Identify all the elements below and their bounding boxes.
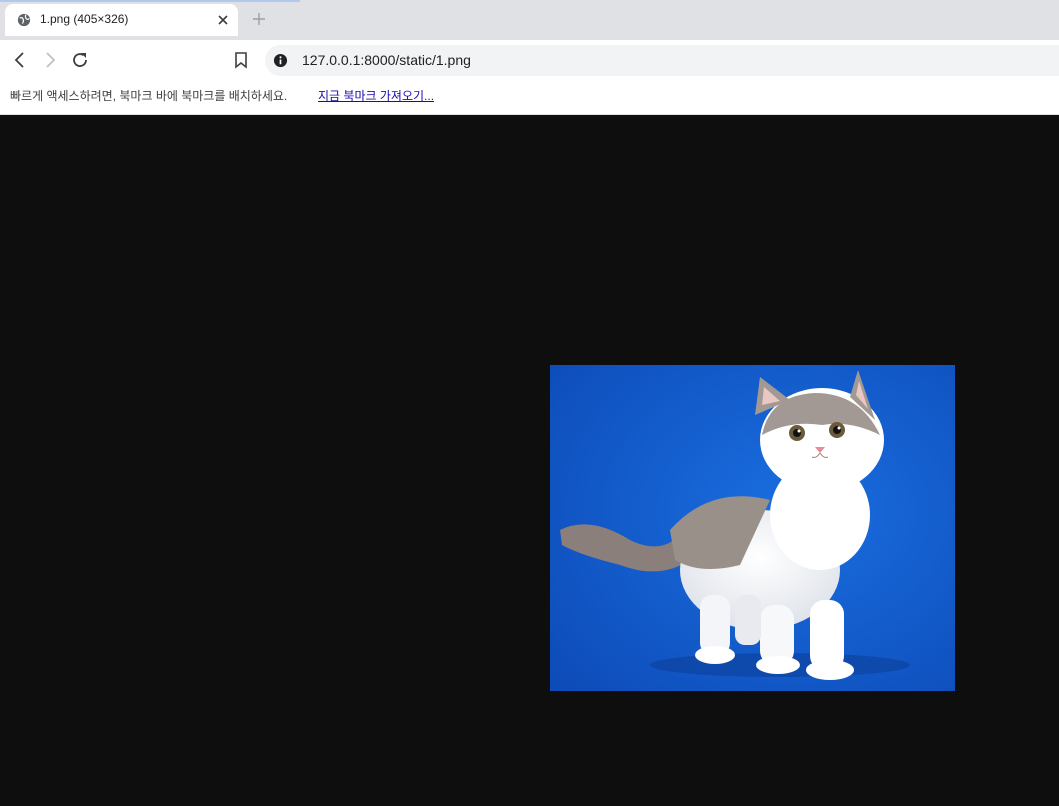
tab-title: 1.png (405×326) <box>40 12 129 26</box>
bookmark-bar: 빠르게 액세스하려면, 북마크 바에 북마크를 배치하세요. 지금 북마크 가져… <box>0 81 1059 115</box>
bookmark-icon[interactable] <box>231 50 251 70</box>
bookmark-bar-message: 빠르게 액세스하려면, 북마크 바에 북마크를 배치하세요. <box>10 89 288 103</box>
kitten-image <box>550 365 955 691</box>
info-icon[interactable] <box>273 53 288 68</box>
close-icon[interactable] <box>215 12 231 28</box>
url-text[interactable]: 127.0.0.1:8000/static/1.png <box>302 52 471 68</box>
globe-icon <box>17 13 31 27</box>
import-bookmarks-link[interactable]: 지금 북마크 가져오기... <box>318 87 434 104</box>
tab-strip: 1.png (405×326) <box>0 0 1059 40</box>
reload-icon[interactable] <box>70 50 90 70</box>
browser-chrome: 1.png (405×326) 127.0.0.1:8000/static/1.… <box>0 0 1059 115</box>
tab-active[interactable]: 1.png (405×326) <box>5 4 238 36</box>
tab-loading-accent <box>0 0 300 2</box>
page-viewport <box>0 115 1059 806</box>
toolbar: 127.0.0.1:8000/static/1.png <box>0 40 1059 81</box>
kitten-illustration <box>550 365 955 691</box>
address-bar[interactable]: 127.0.0.1:8000/static/1.png <box>265 45 1059 76</box>
forward-arrow-icon[interactable] <box>40 50 60 70</box>
plus-icon[interactable] <box>251 11 267 27</box>
back-arrow-icon[interactable] <box>10 50 30 70</box>
